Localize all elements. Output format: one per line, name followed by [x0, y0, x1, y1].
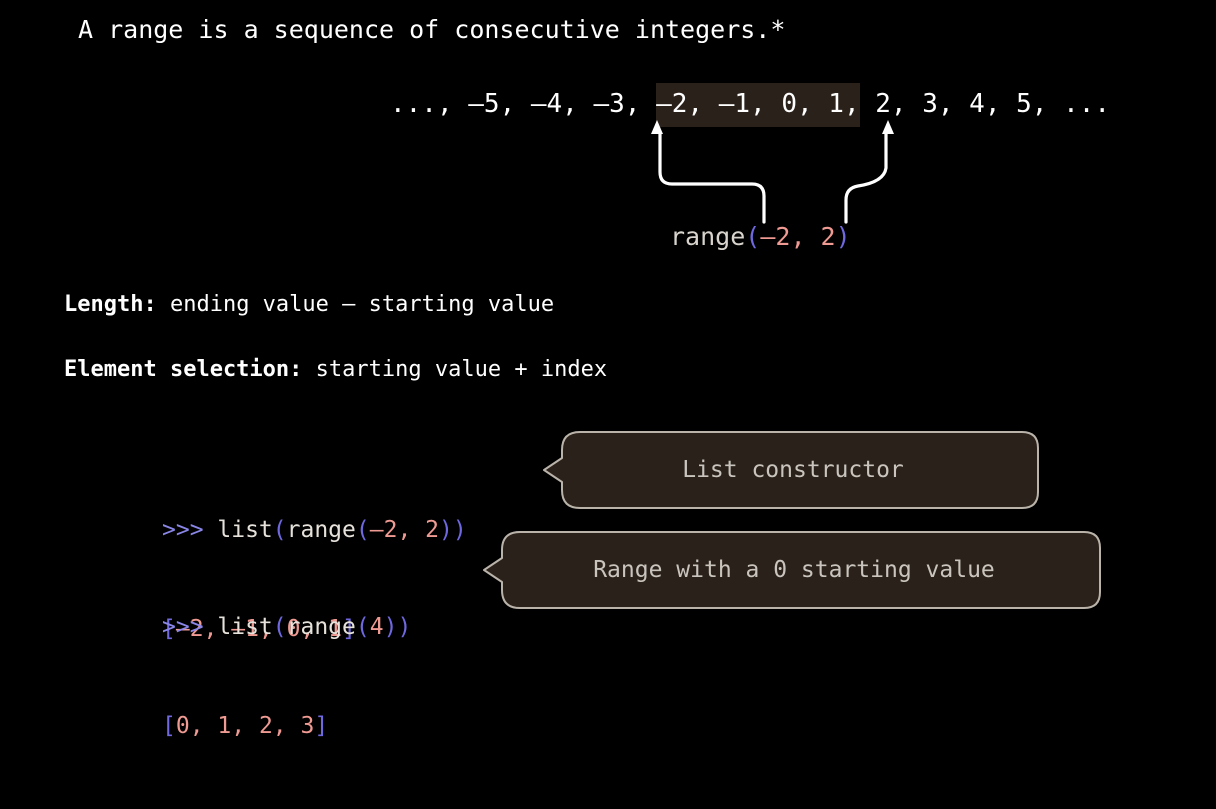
page-title: A range is a sequence of consecutive int… — [78, 15, 786, 44]
callout-text-1: List constructor — [682, 457, 904, 483]
output-open-bracket: [ — [162, 713, 176, 739]
range-open-paren: ( — [355, 517, 370, 543]
range-function-name: range — [286, 517, 356, 543]
code-example-2: >>> list(range(4)) [0, 1, 2, 3] — [162, 545, 411, 809]
definition-length-label: Length: — [64, 292, 157, 317]
list-close-paren: ) — [452, 517, 467, 543]
callout-bubble-list-constructor: List constructor — [528, 430, 1040, 510]
slide-canvas: A range is a sequence of consecutive int… — [0, 0, 1216, 739]
definition-element-body: starting value + index — [302, 357, 608, 382]
definition-element-label: Element selection: — [64, 357, 303, 382]
range-start-value: –2 — [760, 222, 791, 251]
list-open-paren: ( — [272, 517, 287, 543]
repl-prompt: >>> — [162, 517, 218, 543]
range-close-paren: ) — [835, 222, 851, 251]
callout-text-2: Range with a 0 starting value — [593, 557, 995, 583]
output-close-bracket: ] — [314, 713, 329, 739]
code-input-line-1: >>> list(range(–2, 2)) — [162, 514, 467, 547]
range-function-name: range — [286, 614, 356, 640]
range-close-paren: ) — [439, 517, 453, 543]
list-close-paren: ) — [397, 614, 412, 640]
definition-element-selection: Element selection: starting value + inde… — [64, 355, 607, 385]
range-call-label: range(–2, 2) — [670, 220, 851, 254]
sequence-suffix: 2, 3, 4, 5, ... — [859, 89, 1111, 119]
list-open-paren: ( — [272, 614, 287, 640]
range-arg-1: –2 — [369, 517, 398, 543]
list-function-name: list — [217, 517, 273, 543]
code-input-line-2: >>> list(range(4)) — [162, 611, 411, 644]
output-values: 0, 1, 2, 3 — [175, 713, 315, 739]
range-arg-comma: , — [397, 517, 426, 543]
list-function-name: list — [217, 614, 273, 640]
range-arg-separator: , — [790, 222, 821, 251]
range-open-paren: ( — [745, 222, 761, 251]
range-stop-value: 2 — [820, 222, 836, 251]
range-close-paren: ) — [383, 614, 398, 640]
range-arg-2: 2 — [425, 517, 440, 543]
range-open-paren: ( — [355, 614, 370, 640]
repl-prompt: >>> — [162, 614, 218, 640]
range-arg-1: 4 — [369, 614, 384, 640]
code-output-line-2: [0, 1, 2, 3] — [162, 710, 411, 743]
sequence-prefix: ..., –5, –4, –3, — [390, 89, 657, 119]
integer-sequence: ..., –5, –4, –3, –2, –1, 0, 1, 2, 3, 4, … — [390, 83, 1111, 127]
sequence-highlighted-range: –2, –1, 0, 1, — [656, 83, 860, 127]
range-keyword: range — [670, 222, 746, 251]
callout-bubble-zero-start: Range with a 0 starting value — [468, 530, 1102, 610]
definition-length: Length: ending value – starting value — [64, 290, 554, 320]
definition-length-body: ending value – starting value — [156, 292, 555, 317]
